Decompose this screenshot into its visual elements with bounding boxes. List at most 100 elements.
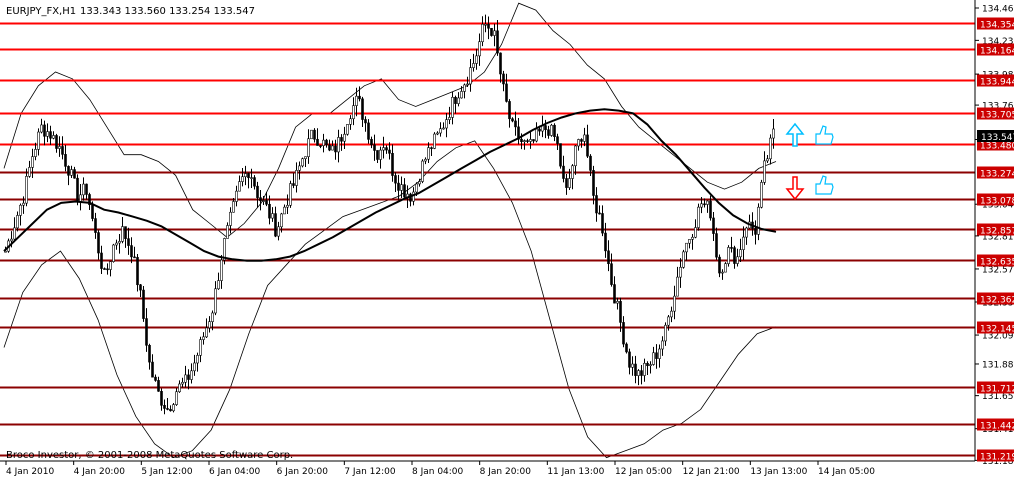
candle — [148, 345, 151, 363]
candle — [295, 170, 298, 186]
candle — [580, 139, 583, 142]
candle — [136, 257, 139, 286]
candle — [532, 139, 535, 142]
candle — [658, 348, 661, 359]
candle — [547, 129, 550, 136]
candle — [319, 145, 322, 147]
candle — [145, 318, 148, 346]
candle — [427, 147, 430, 160]
candle — [613, 284, 616, 304]
candle — [571, 165, 574, 179]
candle — [379, 149, 382, 160]
candle — [736, 256, 739, 264]
candle — [523, 140, 526, 142]
candle — [52, 135, 55, 139]
candle — [208, 321, 211, 329]
candle — [679, 266, 682, 278]
candle — [487, 23, 490, 29]
level-label: 133.944 — [980, 78, 1014, 88]
candle — [769, 137, 772, 160]
candle — [403, 184, 406, 198]
level-label: 133.274 — [980, 170, 1014, 180]
candle — [256, 185, 259, 198]
candle — [529, 139, 532, 142]
candle — [481, 23, 484, 43]
candle — [394, 175, 397, 184]
candle — [313, 129, 316, 140]
candle — [721, 271, 724, 274]
candle — [514, 120, 517, 128]
candle — [205, 327, 208, 338]
time-label: 13 Jan 13:00 — [750, 467, 807, 477]
candle — [463, 84, 466, 92]
candle — [538, 128, 541, 132]
candle — [505, 83, 508, 102]
candle — [49, 131, 52, 139]
candle — [616, 301, 619, 304]
time-label: 12 Jan 05:00 — [615, 467, 672, 477]
candle — [397, 182, 400, 191]
candle — [151, 361, 154, 378]
candle — [10, 238, 13, 242]
candle — [706, 200, 709, 205]
candle — [508, 101, 511, 120]
candle — [202, 336, 205, 340]
candle — [289, 183, 292, 206]
time-label: 6 Jan 04:00 — [209, 467, 261, 477]
candle — [298, 165, 301, 171]
candle — [229, 211, 232, 226]
candle — [217, 280, 220, 290]
candle — [268, 203, 271, 219]
candle — [382, 147, 385, 151]
candle — [496, 30, 499, 54]
candle — [127, 238, 130, 246]
candle — [241, 176, 244, 182]
candle — [586, 134, 589, 157]
candle — [454, 96, 457, 104]
candle — [673, 295, 676, 312]
candle — [85, 183, 88, 195]
candle — [433, 133, 436, 149]
candle — [484, 23, 487, 26]
candle — [598, 212, 601, 215]
candle — [565, 178, 568, 188]
candle — [97, 232, 100, 254]
candle — [367, 122, 370, 140]
candle — [595, 195, 598, 214]
level-label: 131.712 — [980, 385, 1014, 395]
candle — [292, 183, 295, 186]
level-label: 134.164 — [980, 47, 1014, 57]
candle — [682, 251, 685, 268]
candle — [619, 301, 622, 323]
candle — [715, 233, 718, 258]
candle — [742, 236, 745, 250]
candle — [391, 153, 394, 176]
candle — [457, 97, 460, 104]
candle — [439, 128, 442, 134]
candle — [628, 351, 631, 368]
candle — [325, 139, 328, 146]
candle — [436, 132, 439, 135]
candle — [346, 124, 349, 135]
candle — [115, 242, 118, 246]
candle — [370, 139, 373, 146]
candle — [745, 227, 748, 238]
candle — [352, 105, 355, 120]
candle — [637, 370, 640, 376]
candle — [283, 206, 286, 215]
candle — [544, 125, 547, 131]
candle — [400, 184, 403, 191]
candle — [13, 227, 16, 240]
candle — [610, 263, 613, 285]
candle — [739, 249, 742, 258]
candle — [253, 177, 256, 187]
candle — [274, 213, 277, 237]
candle — [130, 245, 133, 258]
candle — [685, 242, 688, 253]
candle — [247, 173, 250, 179]
ohlc-values: 133.343 133.560 133.254 133.547 — [80, 6, 255, 17]
candle — [475, 55, 478, 64]
level-label: 132.362 — [980, 296, 1014, 306]
candle — [142, 289, 145, 319]
candle — [535, 128, 538, 142]
